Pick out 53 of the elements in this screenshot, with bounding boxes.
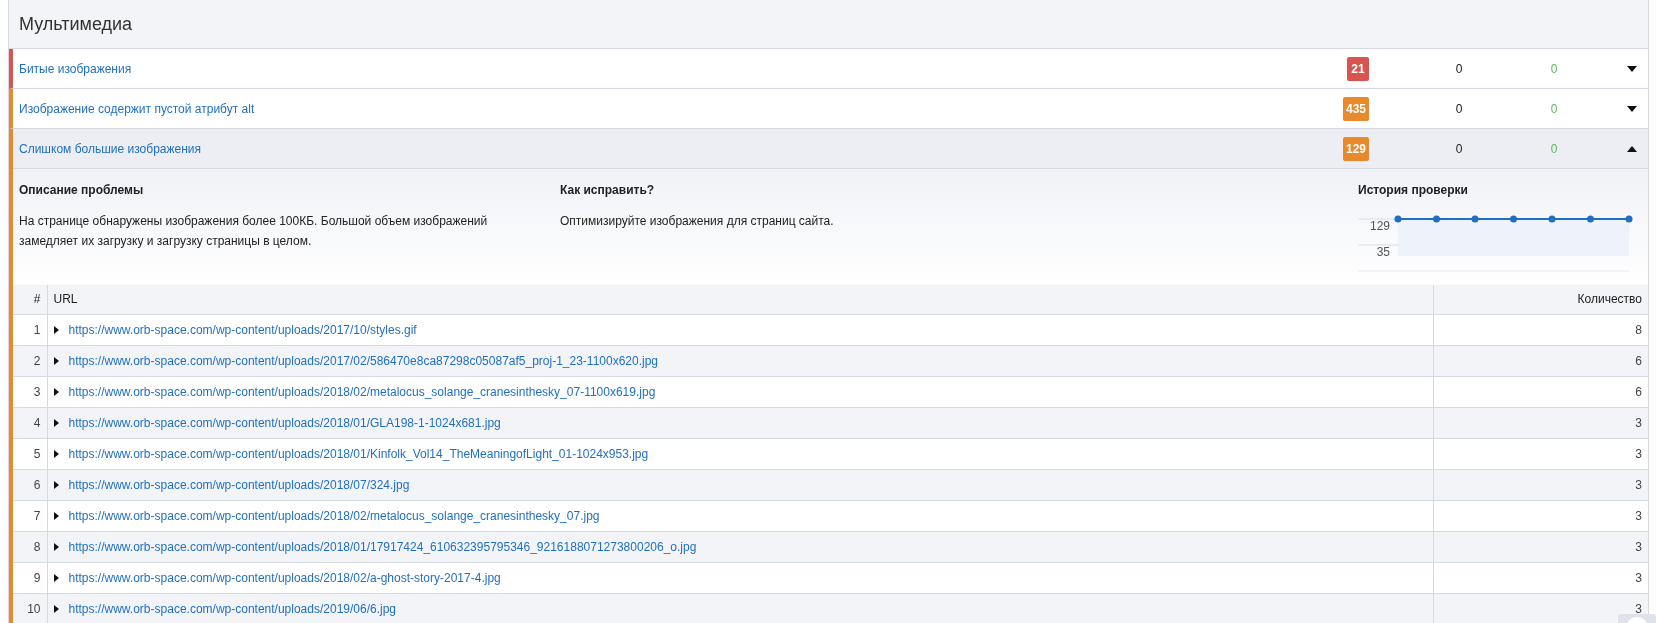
url-link[interactable]: https://www.orb-space.com/wp-content/uploads/2019/06/6.jpg — [68, 599, 397, 618]
issue-value: 0 — [1549, 60, 1559, 78]
row-number: 10 — [13, 593, 47, 623]
count-value: 3 — [1635, 477, 1642, 492]
issue-value: 0 — [1454, 60, 1464, 78]
url-link[interactable]: https://www.orb-space.com/wp-content/uploads/2018/02/metalocus_solange_cranesinthesky_07.jpg — [68, 506, 600, 525]
count-value: 3 — [1635, 508, 1642, 523]
count-value: 8 — [1635, 322, 1642, 337]
url-link[interactable]: https://www.orb-space.com/wp-content/uploads/2018/01/Kinfolk_Vol14_TheMeaningofLight_01-1024x953.jpg — [68, 444, 649, 463]
row-number: 8 — [13, 531, 47, 562]
section-title: Мультимедиа — [19, 12, 133, 36]
row-number: 7 — [13, 500, 47, 531]
count-value: 3 — [1635, 539, 1642, 554]
count-value: 6 — [1635, 384, 1642, 399]
url-link[interactable]: https://www.orb-space.com/wp-content/uploads/2018/01/GLA198-1-1024x681.jpg — [68, 413, 501, 432]
row-number: 2 — [13, 345, 47, 376]
row-number: 4 — [13, 407, 47, 438]
count-value: 3 — [1635, 446, 1642, 461]
description-text: На странице обнаружены изображения более 100КБ. Большой объем изображений замедляет их загрузку и загрузку страницы в целом. — [19, 213, 489, 250]
fix-text: Оптимизируйте изображения для страниц сайта. — [560, 213, 835, 230]
count-badge: 21 — [1347, 56, 1369, 81]
history-heading: История проверки — [1358, 182, 1469, 199]
column-header: Количество — [1433, 285, 1648, 314]
url-link[interactable]: https://www.orb-space.com/wp-content/uploads/2018/01/17917424_610632395795346_9216188071273800206_o.jpg — [68, 537, 697, 556]
issue-value: 0 — [1549, 100, 1559, 118]
issue-link[interactable]: Изображение содержит пустой атрибут alt — [13, 99, 1343, 118]
row-number: 1 — [13, 314, 47, 345]
column-header: # — [13, 285, 47, 314]
fix-heading: Как исправить? — [560, 182, 656, 199]
count-value: 3 — [1635, 415, 1642, 430]
url-link[interactable]: https://www.orb-space.com/wp-content/uploads/2018/02/metalocus_solange_cranesinthesky_07-1100x619.jpg — [68, 382, 656, 401]
row-number: 6 — [13, 469, 47, 500]
issue-link[interactable]: Слишком большие изображения — [13, 139, 1343, 158]
axis-label: 35 — [1376, 245, 1390, 259]
url-link[interactable]: https://www.orb-space.com/wp-content/uploads/2017/02/586470e8ca87298c05087af5_proj-1_23-1100x620.jpg — [68, 351, 659, 370]
row-number: 9 — [13, 562, 47, 593]
issue-value: 0 — [1454, 140, 1464, 158]
column-header: URL — [47, 285, 1433, 314]
row-number: 3 — [13, 376, 47, 407]
url-link[interactable]: https://www.orb-space.com/wp-content/uploads/2018/02/a-ghost-story-2017-4.jpg — [68, 568, 501, 587]
count-badge: 129 — [1342, 136, 1369, 161]
description-heading: Описание проблемы — [19, 182, 145, 199]
issue-link[interactable]: Битые изображения — [13, 59, 1347, 78]
row-number: 5 — [13, 438, 47, 469]
count-badge: 435 — [1342, 96, 1369, 121]
count-value: 3 — [1635, 601, 1642, 616]
count-value: 3 — [1635, 570, 1642, 585]
issue-value: 0 — [1454, 100, 1464, 118]
url-link[interactable]: https://www.orb-space.com/wp-content/uploads/2018/07/324.jpg — [68, 475, 410, 494]
axis-label: 129 — [1369, 219, 1390, 233]
issue-value: 0 — [1549, 140, 1559, 158]
count-value: 6 — [1635, 353, 1642, 368]
url-link[interactable]: https://www.orb-space.com/wp-content/uploads/2017/10/styles.gif — [68, 320, 417, 339]
